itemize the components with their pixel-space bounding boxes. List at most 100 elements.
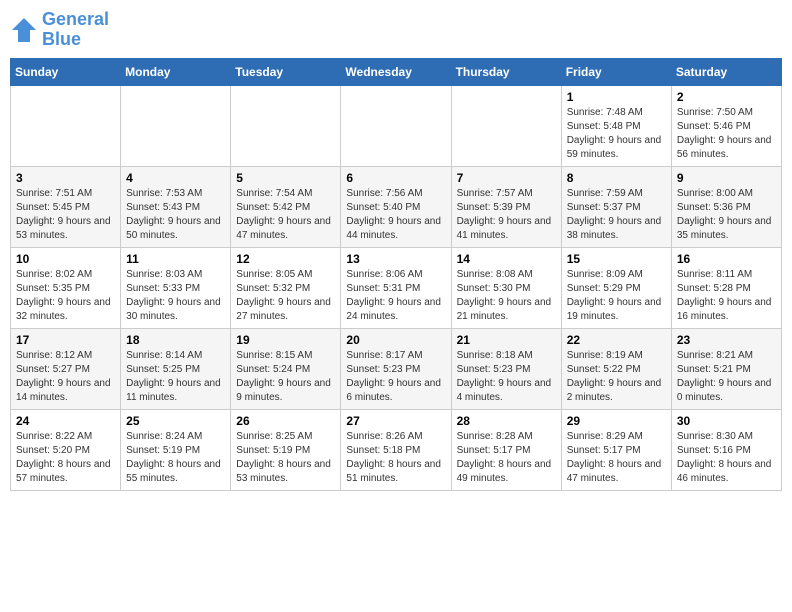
calendar-cell: 22 Sunrise: 8:19 AM Sunset: 5:22 PM Dayli… (561, 328, 671, 409)
day-info: Sunrise: 7:51 AM Sunset: 5:45 PM Dayligh… (16, 187, 115, 243)
calendar: SundayMondayTuesdayWednesdayThursdayFrid… (10, 58, 782, 491)
day-number: 21 (457, 333, 556, 347)
day-number: 1 (567, 90, 666, 104)
calendar-cell: 2 Sunrise: 7:50 AM Sunset: 5:46 PM Daylig… (671, 85, 781, 166)
calendar-cell: 27 Sunrise: 8:26 AM Sunset: 5:18 PM Dayli… (341, 409, 451, 490)
calendar-week: 24 Sunrise: 8:22 AM Sunset: 5:20 PM Dayli… (11, 409, 782, 490)
calendar-cell: 23 Sunrise: 8:21 AM Sunset: 5:21 PM Dayli… (671, 328, 781, 409)
day-number: 6 (346, 171, 445, 185)
weekday-header-cell: Friday (561, 58, 671, 85)
day-number: 8 (567, 171, 666, 185)
day-info: Sunrise: 7:54 AM Sunset: 5:42 PM Dayligh… (236, 187, 335, 243)
day-number: 4 (126, 171, 225, 185)
day-number: 10 (16, 252, 115, 266)
calendar-cell: 1 Sunrise: 7:48 AM Sunset: 5:48 PM Daylig… (561, 85, 671, 166)
calendar-cell (121, 85, 231, 166)
calendar-cell: 5 Sunrise: 7:54 AM Sunset: 5:42 PM Daylig… (231, 166, 341, 247)
day-number: 9 (677, 171, 776, 185)
calendar-cell: 10 Sunrise: 8:02 AM Sunset: 5:35 PM Dayli… (11, 247, 121, 328)
day-number: 11 (126, 252, 225, 266)
day-info: Sunrise: 7:53 AM Sunset: 5:43 PM Dayligh… (126, 187, 225, 243)
day-info: Sunrise: 8:19 AM Sunset: 5:22 PM Dayligh… (567, 349, 666, 405)
day-info: Sunrise: 8:12 AM Sunset: 5:27 PM Dayligh… (16, 349, 115, 405)
day-info: Sunrise: 8:08 AM Sunset: 5:30 PM Dayligh… (457, 268, 556, 324)
weekday-header: SundayMondayTuesdayWednesdayThursdayFrid… (11, 58, 782, 85)
calendar-week: 10 Sunrise: 8:02 AM Sunset: 5:35 PM Dayli… (11, 247, 782, 328)
calendar-cell: 15 Sunrise: 8:09 AM Sunset: 5:29 PM Dayli… (561, 247, 671, 328)
day-number: 28 (457, 414, 556, 428)
day-number: 14 (457, 252, 556, 266)
logo: General Blue (10, 10, 109, 50)
day-info: Sunrise: 8:00 AM Sunset: 5:36 PM Dayligh… (677, 187, 776, 243)
day-number: 2 (677, 90, 776, 104)
day-info: Sunrise: 8:30 AM Sunset: 5:16 PM Dayligh… (677, 430, 776, 486)
day-number: 25 (126, 414, 225, 428)
header: General Blue (10, 10, 782, 50)
day-info: Sunrise: 8:29 AM Sunset: 5:17 PM Dayligh… (567, 430, 666, 486)
calendar-cell: 14 Sunrise: 8:08 AM Sunset: 5:30 PM Dayli… (451, 247, 561, 328)
calendar-cell: 11 Sunrise: 8:03 AM Sunset: 5:33 PM Dayli… (121, 247, 231, 328)
calendar-cell: 16 Sunrise: 8:11 AM Sunset: 5:28 PM Dayli… (671, 247, 781, 328)
calendar-cell: 21Sunrise: 8:18 AM Sunset: 5:23 PM Dayli… (451, 328, 561, 409)
calendar-cell: 17Sunrise: 8:12 AM Sunset: 5:27 PM Dayli… (11, 328, 121, 409)
day-info: Sunrise: 7:57 AM Sunset: 5:39 PM Dayligh… (457, 187, 556, 243)
day-info: Sunrise: 8:15 AM Sunset: 5:24 PM Dayligh… (236, 349, 335, 405)
calendar-cell: 12 Sunrise: 8:05 AM Sunset: 5:32 PM Dayli… (231, 247, 341, 328)
day-number: 22 (567, 333, 666, 347)
day-number: 27 (346, 414, 445, 428)
day-info: Sunrise: 8:02 AM Sunset: 5:35 PM Dayligh… (16, 268, 115, 324)
day-info: Sunrise: 8:28 AM Sunset: 5:17 PM Dayligh… (457, 430, 556, 486)
day-info: Sunrise: 8:05 AM Sunset: 5:32 PM Dayligh… (236, 268, 335, 324)
day-number: 7 (457, 171, 556, 185)
calendar-cell: 13Sunrise: 8:06 AM Sunset: 5:31 PM Dayli… (341, 247, 451, 328)
day-info: Sunrise: 8:11 AM Sunset: 5:28 PM Dayligh… (677, 268, 776, 324)
calendar-cell (231, 85, 341, 166)
day-info: Sunrise: 8:09 AM Sunset: 5:29 PM Dayligh… (567, 268, 666, 324)
day-number: 18 (126, 333, 225, 347)
day-info: Sunrise: 7:48 AM Sunset: 5:48 PM Dayligh… (567, 106, 666, 162)
calendar-cell: 3Sunrise: 7:51 AM Sunset: 5:45 PM Daylig… (11, 166, 121, 247)
calendar-week: 3Sunrise: 7:51 AM Sunset: 5:45 PM Daylig… (11, 166, 782, 247)
calendar-cell: 26 Sunrise: 8:25 AM Sunset: 5:19 PM Dayli… (231, 409, 341, 490)
day-info: Sunrise: 8:25 AM Sunset: 5:19 PM Dayligh… (236, 430, 335, 486)
day-info: Sunrise: 7:56 AM Sunset: 5:40 PM Dayligh… (346, 187, 445, 243)
day-info: Sunrise: 8:03 AM Sunset: 5:33 PM Dayligh… (126, 268, 225, 324)
calendar-body: 1 Sunrise: 7:48 AM Sunset: 5:48 PM Daylig… (11, 85, 782, 490)
calendar-cell: 7 Sunrise: 7:57 AM Sunset: 5:39 PM Daylig… (451, 166, 561, 247)
logo-icon (10, 16, 38, 44)
day-number: 19 (236, 333, 335, 347)
weekday-header-cell: Monday (121, 58, 231, 85)
day-number: 15 (567, 252, 666, 266)
calendar-cell (11, 85, 121, 166)
day-info: Sunrise: 7:59 AM Sunset: 5:37 PM Dayligh… (567, 187, 666, 243)
day-info: Sunrise: 8:06 AM Sunset: 5:31 PM Dayligh… (346, 268, 445, 324)
calendar-cell (451, 85, 561, 166)
day-info: Sunrise: 8:26 AM Sunset: 5:18 PM Dayligh… (346, 430, 445, 486)
calendar-cell: 29Sunrise: 8:29 AM Sunset: 5:17 PM Dayli… (561, 409, 671, 490)
day-number: 20 (346, 333, 445, 347)
calendar-cell: 24 Sunrise: 8:22 AM Sunset: 5:20 PM Dayli… (11, 409, 121, 490)
day-number: 26 (236, 414, 335, 428)
day-info: Sunrise: 8:24 AM Sunset: 5:19 PM Dayligh… (126, 430, 225, 486)
calendar-cell: 8 Sunrise: 7:59 AM Sunset: 5:37 PM Daylig… (561, 166, 671, 247)
calendar-cell: 20 Sunrise: 8:17 AM Sunset: 5:23 PM Dayli… (341, 328, 451, 409)
logo-text: General Blue (42, 10, 109, 50)
day-info: Sunrise: 7:50 AM Sunset: 5:46 PM Dayligh… (677, 106, 776, 162)
day-info: Sunrise: 8:21 AM Sunset: 5:21 PM Dayligh… (677, 349, 776, 405)
day-info: Sunrise: 8:17 AM Sunset: 5:23 PM Dayligh… (346, 349, 445, 405)
day-number: 23 (677, 333, 776, 347)
weekday-header-cell: Thursday (451, 58, 561, 85)
day-number: 5 (236, 171, 335, 185)
calendar-cell: 30Sunrise: 8:30 AM Sunset: 5:16 PM Dayli… (671, 409, 781, 490)
calendar-cell: 9 Sunrise: 8:00 AM Sunset: 5:36 PM Daylig… (671, 166, 781, 247)
calendar-cell: 28 Sunrise: 8:28 AM Sunset: 5:17 PM Dayli… (451, 409, 561, 490)
day-number: 16 (677, 252, 776, 266)
calendar-cell: 4 Sunrise: 7:53 AM Sunset: 5:43 PM Daylig… (121, 166, 231, 247)
calendar-cell: 25 Sunrise: 8:24 AM Sunset: 5:19 PM Dayli… (121, 409, 231, 490)
day-number: 12 (236, 252, 335, 266)
day-number: 24 (16, 414, 115, 428)
calendar-cell: 19 Sunrise: 8:15 AM Sunset: 5:24 PM Dayli… (231, 328, 341, 409)
calendar-week: 17Sunrise: 8:12 AM Sunset: 5:27 PM Dayli… (11, 328, 782, 409)
day-info: Sunrise: 8:22 AM Sunset: 5:20 PM Dayligh… (16, 430, 115, 486)
calendar-cell (341, 85, 451, 166)
